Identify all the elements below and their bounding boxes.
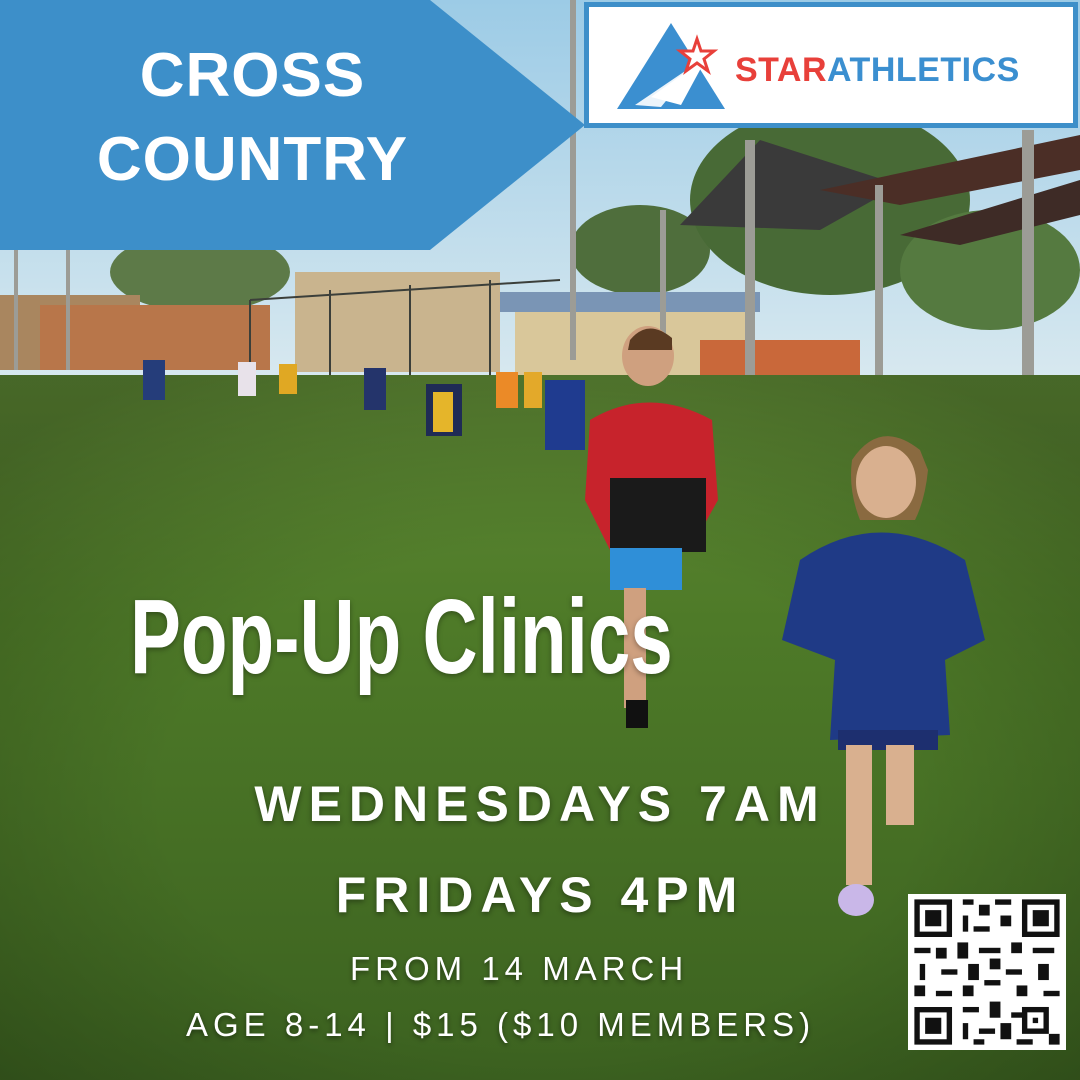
qr-code-icon[interactable] (908, 894, 1066, 1050)
age-price: AGE 8-14 | $15 ($10 MEMBERS) (186, 1006, 816, 1043)
banner-line-2: COUNTRY (96, 125, 409, 194)
qr-code-pattern (909, 894, 1065, 1050)
banner-line-1: CROSS (139, 41, 366, 110)
banner-title: CROSS COUNTRY (0, 34, 505, 202)
start-date: FROM 14 MARCH (350, 950, 689, 987)
logo-panel: STARATHLETICS (589, 7, 1073, 123)
poster: CROSS COUNTRY STARATHLETICS Pop-Up Clini… (0, 0, 1080, 1080)
headline: Pop-Up Clinics (130, 578, 673, 696)
schedule-line-1: WEDNESDAYS 7AM (254, 776, 826, 832)
logo-word-star: STAR (735, 51, 828, 89)
logo: STARATHLETICS (584, 2, 1078, 128)
star-triangle-logo-icon (617, 23, 725, 109)
logo-wordmark: STARATHLETICS (735, 51, 1020, 90)
logo-word-athletics: ATHLETICS (827, 51, 1020, 89)
